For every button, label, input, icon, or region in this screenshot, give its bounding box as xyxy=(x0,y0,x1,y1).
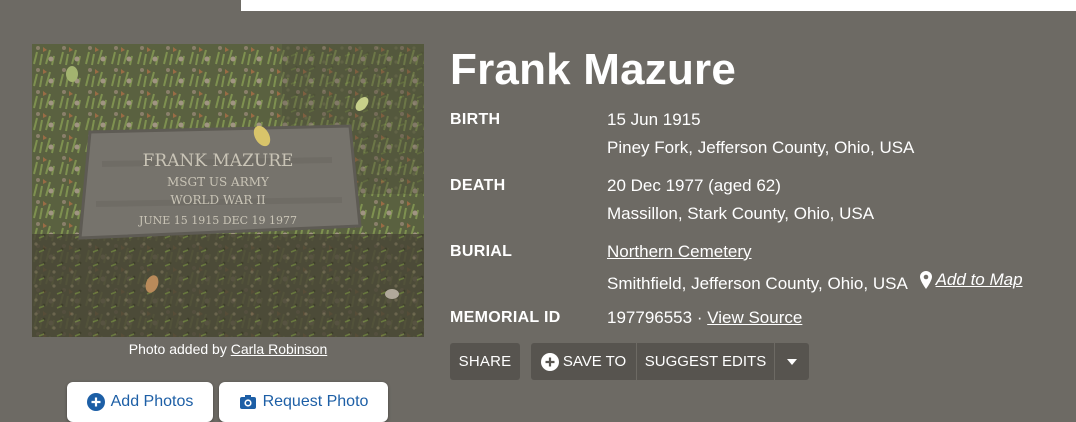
birth-date: 15 Jun 1915 xyxy=(607,110,701,129)
memorial-id-separator: · xyxy=(692,308,708,327)
burial-cemetery: Northern Cemetery xyxy=(607,241,752,263)
add-photos-button[interactable]: Add Photos xyxy=(67,382,213,422)
memorial-id-label: MEMORIAL ID xyxy=(450,309,561,326)
request-photo-label: Request Photo xyxy=(262,393,369,410)
cemetery-link[interactable]: Northern Cemetery xyxy=(607,242,752,261)
memorial-name: Frank Mazure xyxy=(450,45,737,94)
death-label: DEATH xyxy=(450,177,506,194)
birth-place: Piney Fork, Jefferson County, Ohio, USA xyxy=(607,138,915,157)
save-to-label: SAVE TO xyxy=(562,353,627,370)
burial-place: Smithfield, Jefferson County, Ohio, USA xyxy=(607,274,907,293)
death-place: Massillon, Stark County, Ohio, USA xyxy=(607,204,875,223)
grave-photo-image: FRANK MAZURE MSGT US ARMY WORLD WAR II J… xyxy=(32,44,424,337)
save-to-button[interactable]: SAVE TO xyxy=(531,343,637,380)
memorial-id-value: 197796553 xyxy=(607,308,693,327)
plus-circle-icon xyxy=(86,393,105,411)
marker-line-1: FRANK MAZURE xyxy=(143,151,294,171)
camera-icon xyxy=(239,393,257,411)
birth-label: BIRTH xyxy=(450,111,501,128)
photo-credit: Photo added by Carla Robinson xyxy=(32,341,424,357)
add-to-map-label: Add to Map xyxy=(935,270,1023,289)
add-photos-label: Add Photos xyxy=(110,393,194,410)
death-date: 20 Dec 1977 (aged 62) xyxy=(607,176,781,195)
view-source-link[interactable]: View Source xyxy=(707,308,802,327)
plus-circle-icon xyxy=(540,352,559,371)
map-pin-icon xyxy=(919,271,932,289)
share-button[interactable]: SHARE xyxy=(450,343,520,380)
marker-line-2: MSGT US ARMY xyxy=(167,175,270,189)
marker-line-4: JUNE 15 1915 DEC 19 1977 xyxy=(138,214,297,227)
grave-photo[interactable]: FRANK MAZURE MSGT US ARMY WORLD WAR II J… xyxy=(32,44,424,337)
more-actions-dropdown[interactable] xyxy=(775,343,809,380)
action-button-group: SAVE TO SUGGEST EDITS xyxy=(531,343,809,380)
caret-down-icon xyxy=(787,358,797,365)
burial-label: BURIAL xyxy=(450,243,513,260)
photo-credit-prefix: Photo added by xyxy=(128,341,227,357)
photo-credit-author-link[interactable]: Carla Robinson xyxy=(231,341,328,357)
add-to-map-link[interactable]: Add to Map xyxy=(919,269,1023,291)
burial-place-row: Smithfield, Jefferson County, Ohio, USA … xyxy=(607,269,1023,295)
memorial-id-row: 197796553 · View Source xyxy=(607,307,802,329)
top-white-strip xyxy=(241,0,1076,11)
marker-line-3: WORLD WAR II xyxy=(170,193,266,207)
request-photo-button[interactable]: Request Photo xyxy=(219,382,388,422)
suggest-edits-button[interactable]: SUGGEST EDITS xyxy=(637,343,775,380)
